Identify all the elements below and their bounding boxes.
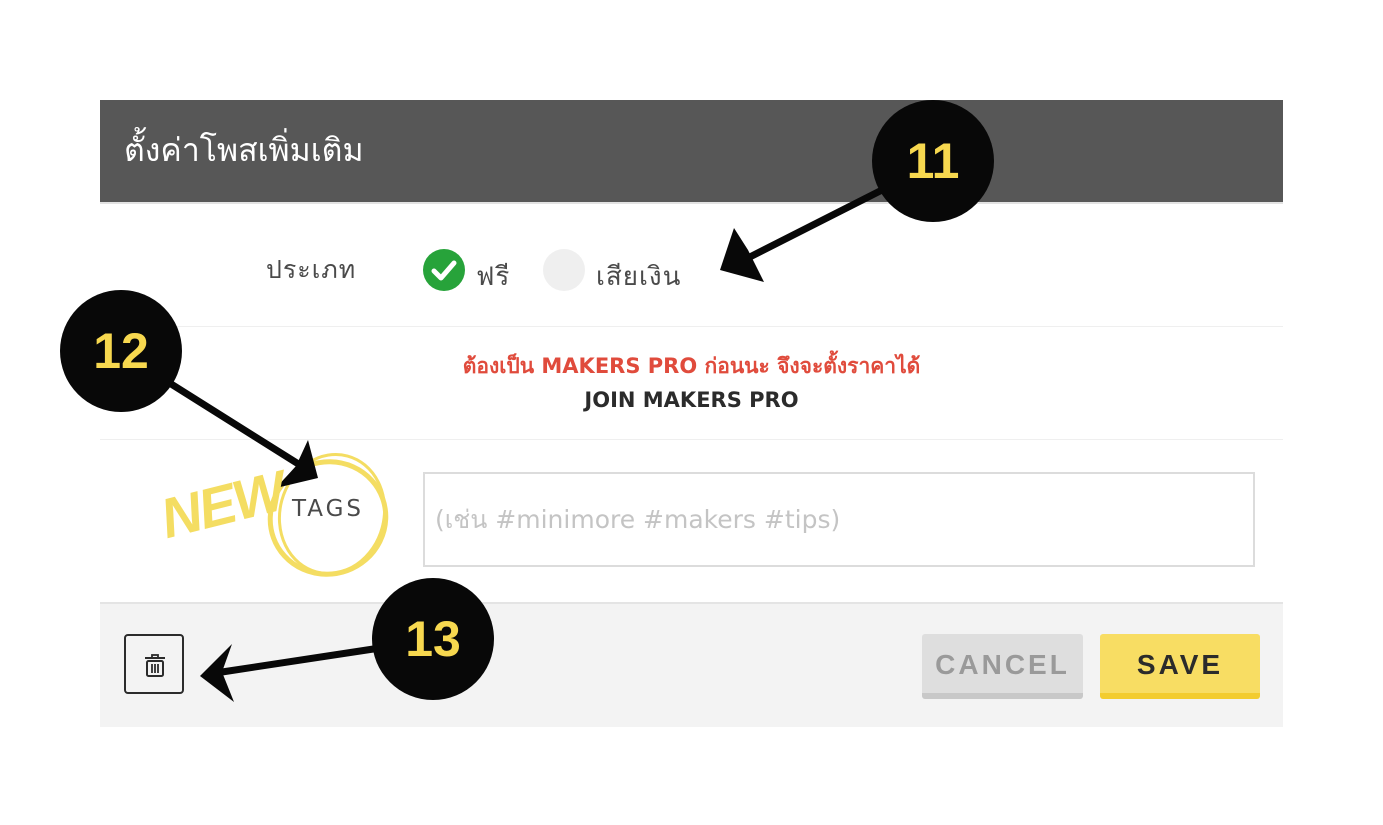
badge-12: 12 <box>60 290 182 412</box>
badge-11: 11 <box>872 100 994 222</box>
arrow-11 <box>736 186 886 266</box>
annotation-overlay <box>164 186 886 702</box>
arrow-13 <box>218 644 384 676</box>
arrow-12 <box>164 378 304 469</box>
badge-13: 13 <box>372 578 494 700</box>
